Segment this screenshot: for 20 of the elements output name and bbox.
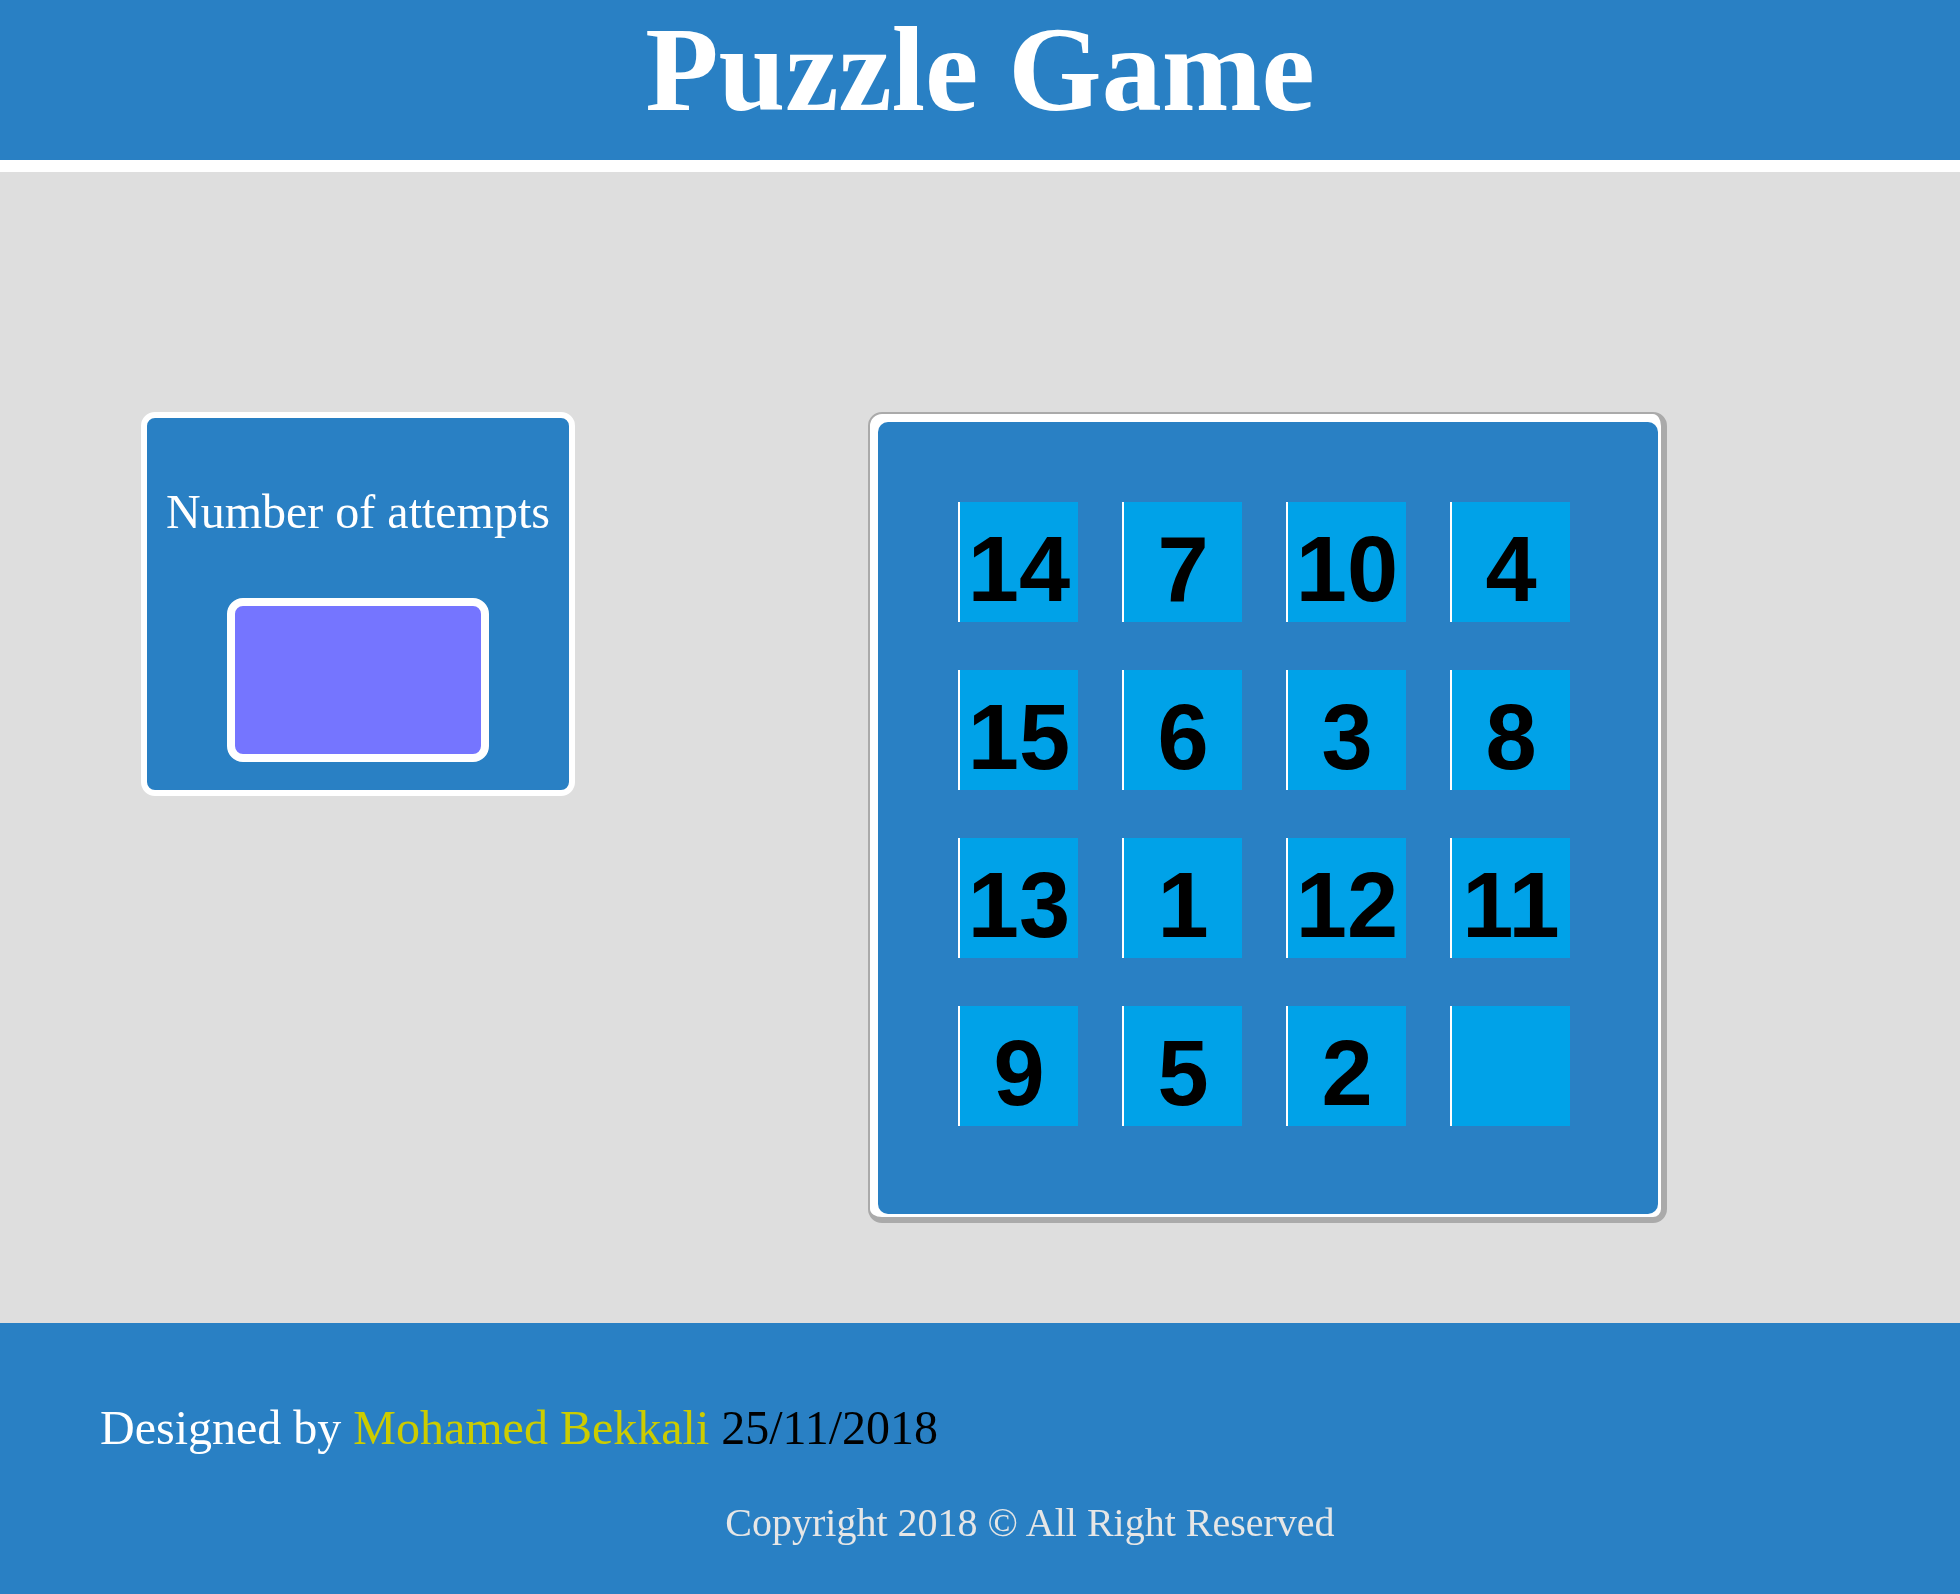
number-tile[interactable]: 11 [1450,838,1570,958]
number-tile[interactable]: 15 [958,670,1078,790]
number-tile[interactable]: 5 [1122,1006,1242,1126]
number-tile[interactable]: 1 [1122,838,1242,958]
number-tile[interactable]: 4 [1450,502,1570,622]
number-tile[interactable]: 7 [1122,502,1242,622]
number-tile[interactable]: 8 [1450,670,1570,790]
number-tile[interactable]: 10 [1286,502,1406,622]
number-tile[interactable]: 2 [1286,1006,1406,1126]
copyright-text: Copyright 2018 © All Right Reserved [725,1503,1335,1543]
page-title: Puzzle Game [645,10,1315,130]
attempts-label: Number of attempts [166,488,550,536]
number-tile[interactable]: 3 [1286,670,1406,790]
number-tile[interactable]: 14 [958,502,1078,622]
number-tile[interactable]: 13 [958,838,1078,958]
number-tile[interactable]: 9 [958,1006,1078,1126]
attempts-field[interactable] [227,598,489,762]
designer-credit: Designed by Mohamed Bekkali 25/11/2018 [100,1404,939,1452]
number-tile[interactable]: 12 [1286,838,1406,958]
number-tile[interactable]: 6 [1122,670,1242,790]
